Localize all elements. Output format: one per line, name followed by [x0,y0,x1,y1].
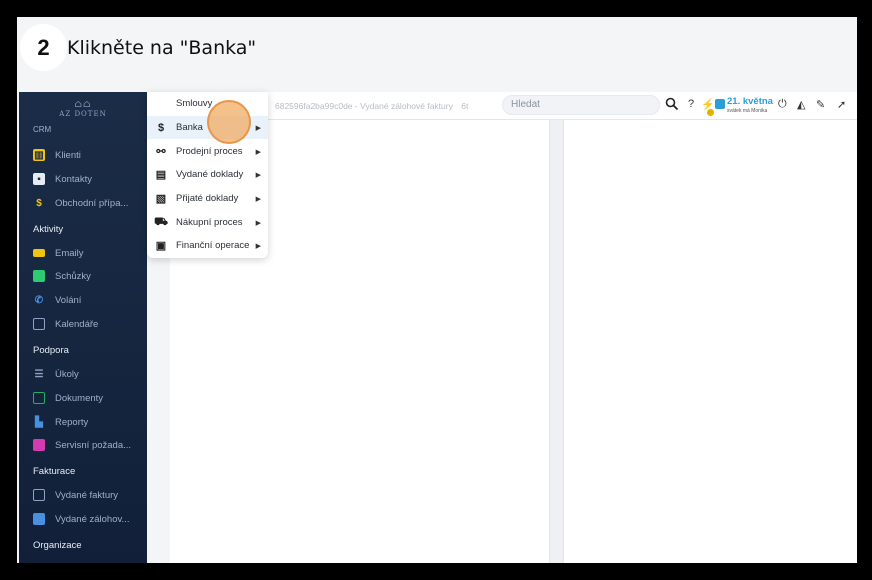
search-icon[interactable] [665,97,679,111]
sidebar-item-label: Reporty [55,416,89,428]
menu-item-label: Přijaté doklady [176,193,239,204]
sidebar-item-kontakty[interactable]: ▪ Kontakty [19,167,147,191]
sidebar-item-emaily[interactable]: Emaily [19,241,147,265]
sidebar-item-label: Vydané faktury [55,489,119,501]
submenu-arrow-icon: ▶ [255,171,261,179]
notification-badge [707,109,714,116]
sidebar-item-reporty[interactable]: ▙ Reporty [19,410,147,434]
logo-text: AZ DOTEN [59,109,107,118]
briefcase-icon [33,439,45,451]
sidebar-section-fakturace: Fakturace [33,466,76,477]
step-number: 2 [20,24,67,71]
cart-icon: ⛟ [154,215,168,228]
sidebar-item-servisni-pozadavky[interactable]: Servisní požada... [19,433,147,457]
sidebar-item-vydane-zalohove[interactable]: Vydané zálohov... [19,507,147,531]
sidebar: ⌂⌂ AZ DOTEN CRM ▥ Klienti ▪ Kontakty $ O… [19,92,147,563]
menu-item-label: Prodejní proces [176,146,243,157]
help-icon[interactable]: ? [688,98,694,110]
brush-icon[interactable]: ✎ [816,98,825,111]
document-icon [33,392,45,404]
date-text: 21. května [727,96,773,107]
submenu-arrow-icon: ▶ [255,195,261,203]
menu-item-label: Nákupní proces [176,217,243,228]
submenu-arrow-icon: ▶ [255,124,261,132]
menu-item-label: Smlouvy [176,98,213,109]
menu-item-label: Vydané doklady [176,169,244,180]
eraser-icon[interactable]: ◭ [797,98,805,111]
sidebar-section-crm: CRM [33,125,52,134]
sidebar-item-obchodni-pripady[interactable]: $ Obchodní přípa... [19,191,147,215]
phone-icon: ✆ [34,294,44,306]
step-instruction: Klikněte na "Banka" [67,37,257,59]
date-widget[interactable]: 21. května svátek má Monika [715,96,773,118]
dollar-icon: $ [36,197,42,209]
search-input[interactable]: Hledat [502,95,660,115]
step-banner: 2 Klikněte na "Banka" [17,17,857,92]
calendar-check-icon [33,270,45,282]
dollar-icon: $ [157,121,165,134]
sidebar-item-schuzky[interactable]: Schůzky [19,264,147,288]
menu-item-smlouvy[interactable]: Smlouvy [147,92,268,115]
calendar-icon [715,99,725,109]
calendar-icon [33,318,45,330]
sidebar-item-label: Volání [55,294,82,306]
sidebar-item-klienti[interactable]: ▥ Klienti [19,143,147,167]
sidebar-item-label: Emaily [55,247,84,259]
menu-item-prijate-doklady[interactable]: ▧ Přijaté doklady ▶ [147,187,268,210]
sidebar-section-podpora: Podpora [33,345,69,356]
menu-item-nakupni-proces[interactable]: ⛟ Nákupní proces ▶ [147,211,268,234]
contact-card-icon: ▪ [33,173,45,185]
sidebar-item-label: Kontakty [55,173,92,185]
document-in-icon: ▧ [155,193,167,205]
sidebar-item-vydane-faktury[interactable]: Vydané faktury [19,483,147,507]
sidebar-section-aktivity: Aktivity [33,224,64,235]
sidebar-item-label: Servisní požada... [55,439,132,451]
sidebar-section-organizace: Organizace [33,540,82,551]
sidebar-item-label: Obchodní přípa... [55,197,129,209]
sidebar-item-label: Kalendáře [55,318,99,330]
sidebar-item-label: Dokumenty [55,392,104,404]
sidebar-item-label: Vydané zálohov... [55,513,130,525]
sidebar-item-label: Schůzky [55,270,91,282]
sidebar-item-ukoly[interactable]: ☰ Úkoly [19,362,147,386]
sidebar-item-label: Úkoly [55,368,79,380]
tutorial-frame: 2 Klikněte na "Banka" ⌂⌂ AZ DOTEN CRM ▥ … [17,17,857,563]
submenu-arrow-icon: ▶ [255,219,261,227]
menu-item-prodejni-proces[interactable]: ⚯ Prodejní proces ▶ [147,140,268,163]
breadcrumb-overflow: 6t [461,101,469,111]
building-icon: ▥ [33,149,45,161]
submenu-arrow-icon: ▶ [255,148,261,156]
submenu-arrow-icon: ▶ [255,242,261,250]
invoice-icon [33,489,45,501]
sidebar-item-dokumenty[interactable]: Dokumenty [19,386,147,410]
envelope-icon [33,249,45,257]
chart-icon: ▙ [35,416,43,428]
handshake-icon: ⚯ [156,146,166,158]
breadcrumb: 682596fa2ba99c0de - Vydané zálohové fakt… [275,101,468,111]
panel-divider[interactable] [550,120,563,563]
power-icon[interactable]: ⏻ [778,98,787,111]
menu-item-financni-operace[interactable]: ▣ Finanční operace ▶ [147,234,268,257]
wrench-icon[interactable]: ➚ [837,98,846,111]
sidebar-item-label: Klienti [55,149,81,161]
logo[interactable]: ⌂⌂ AZ DOTEN [19,92,147,124]
task-list-icon: ☰ [34,368,44,380]
nameday-text: svátek má Monika [727,108,768,114]
menu-item-label: Finanční operace [176,240,250,251]
menu-item-label: Banka [176,122,203,133]
money-icon: ▣ [155,240,167,252]
menu-item-vydane-doklady[interactable]: ▤ Vydané doklady ▶ [147,163,268,186]
document-out-icon: ▤ [155,169,167,181]
main-panel-right [563,120,857,563]
breadcrumb-text: 682596fa2ba99c0de - Vydané zálohové fakt… [275,101,453,111]
sidebar-item-kalendare[interactable]: Kalendáře [19,312,147,336]
logo-icon: ⌂⌂ [74,98,92,110]
sidebar-item-volani[interactable]: ✆ Volání [19,288,147,312]
click-highlight [207,100,251,144]
advance-invoice-icon [33,513,45,525]
